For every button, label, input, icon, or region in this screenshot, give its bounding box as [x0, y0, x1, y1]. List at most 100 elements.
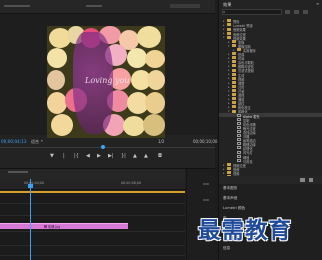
effects-panel: 效果 ≡ ⌕ ▸ 预设 ▸ Lumetri 预设 ▸ 音频效果 ▸ 音频过渡 ▾ 视频效果 ▸ 变换 ▾… — [218, 0, 322, 184]
watermark-text: 最需教育 — [198, 218, 293, 244]
overlay-text: Loving you — [85, 76, 130, 85]
panel-tab-item[interactable]: 基本图形 — [223, 186, 237, 191]
track-height-handle[interactable] — [203, 199, 209, 201]
monitor-header-tab[interactable] — [4, 5, 30, 7]
mark-in-icon[interactable]: ▼ — [50, 153, 54, 159]
chevron-down-icon[interactable]: ▾ — [41, 139, 43, 143]
track-divider — [0, 231, 185, 232]
track-divider — [0, 215, 185, 216]
effect-icon — [237, 142, 241, 146]
effect-icon — [237, 150, 241, 154]
timeline-tab[interactable] — [8, 171, 28, 173]
panel-tab-item[interactable]: 信息 — [223, 246, 230, 251]
monitor-info-bar: 00;00;04;13 适合 ▾ 1/2 00;00;10;00 — [0, 138, 218, 146]
track-height-handle[interactable] — [203, 183, 209, 185]
play-icon[interactable]: ▶ — [97, 153, 101, 159]
folder-icon — [227, 166, 231, 170]
rose-image — [47, 92, 67, 114]
folder-icon — [227, 31, 231, 35]
go-to-in-icon[interactable]: |{ — [74, 153, 79, 159]
folder-icon — [227, 23, 231, 27]
monitor-header-tab[interactable] — [170, 4, 200, 8]
video-clip[interactable]: 玫瑰.jpg — [0, 223, 128, 229]
rose-image — [143, 114, 165, 136]
folder-icon — [232, 109, 236, 113]
go-to-out-icon[interactable]: }| — [121, 153, 126, 159]
resolution-dropdown[interactable]: 1/2 — [158, 139, 164, 144]
folder-icon — [232, 97, 236, 101]
folder-icon — [232, 105, 236, 109]
extract-icon[interactable]: ▲ — [144, 153, 148, 159]
video-frame: Loving you — [47, 26, 165, 138]
rose-image — [137, 26, 161, 48]
effect-icon — [237, 134, 241, 138]
playhead-timecode[interactable]: 00;00;04;13 — [1, 139, 27, 144]
ruler-timecode: 00;00;08;00 — [121, 181, 142, 185]
step-forward-icon[interactable]: ▶| — [108, 153, 114, 159]
folder-icon — [232, 56, 236, 60]
fx-badge-icon — [44, 224, 47, 228]
folder-icon — [232, 68, 236, 72]
monitor-header — [0, 0, 215, 14]
monitor-header-tab[interactable] — [86, 5, 102, 7]
timeline-panel: 00;00;04;00 00;00;08;00 玫瑰.jpg — [0, 168, 215, 260]
rose-image — [47, 70, 65, 90]
effect-icon — [237, 138, 241, 142]
monitor-scrub-bar[interactable] — [0, 147, 215, 148]
panel-tab-item[interactable]: 基本声音 — [223, 196, 237, 201]
effect-icon — [237, 158, 241, 162]
track-divider — [0, 203, 185, 204]
folder-icon — [232, 80, 236, 84]
playhead-handle[interactable] — [28, 184, 33, 188]
rose-image — [145, 50, 165, 68]
effect-icon — [237, 125, 241, 129]
new-bin-icon[interactable] — [300, 178, 305, 182]
rose-image — [145, 92, 165, 114]
yuv-effects-icon[interactable] — [303, 10, 308, 14]
accelerated-effects-icon[interactable] — [285, 10, 290, 14]
timeline-playhead[interactable] — [30, 179, 31, 260]
delete-icon[interactable] — [309, 178, 313, 182]
32bit-effects-icon[interactable] — [294, 10, 299, 14]
effect-icon — [237, 113, 241, 117]
export-frame-icon[interactable]: ◘ — [158, 153, 162, 159]
lift-icon[interactable]: ▲ — [133, 153, 137, 159]
folder-icon — [227, 27, 231, 31]
effect-icon — [237, 130, 241, 134]
folder-icon — [232, 89, 236, 93]
rose-image — [51, 114, 73, 136]
folder-icon — [232, 84, 236, 88]
effect-icon — [237, 121, 241, 125]
timeline-header — [0, 169, 185, 179]
panel-menu-icon[interactable]: ≡ — [316, 1, 319, 6]
effects-panel-title[interactable]: 效果 — [223, 2, 231, 8]
panel-tab-item[interactable]: Lumetri 颜色 — [223, 206, 245, 211]
folder-icon — [227, 35, 231, 39]
duration-timecode: 00;00;10;00 — [193, 139, 218, 144]
folder-icon — [227, 162, 231, 166]
transport-controls: ▼ | |{ ◀ ▶ ▶| }| ▲ ▲ ◘ — [0, 150, 215, 164]
fit-dropdown[interactable]: 适合 — [31, 139, 39, 145]
step-back-icon[interactable]: ◀ — [86, 153, 90, 159]
folder-icon — [232, 52, 236, 56]
folder-icon — [232, 72, 236, 76]
folder-icon — [232, 101, 236, 105]
folder-icon — [232, 43, 236, 47]
rose-image — [127, 48, 147, 68]
effects-footer — [219, 176, 322, 184]
effect-icon — [237, 117, 241, 121]
rose-image — [47, 48, 67, 68]
track-divider — [0, 245, 185, 246]
folder-icon — [237, 48, 241, 52]
program-monitor: Loving you 00;00;04;13 适合 ▾ 1/2 00;00;10… — [0, 0, 218, 168]
folder-icon — [232, 93, 236, 97]
folder-icon — [232, 64, 236, 68]
track-divider — [0, 255, 185, 256]
folder-icon — [227, 19, 231, 23]
monitor-playhead[interactable] — [101, 145, 105, 149]
clip-label: 玫瑰.jpg — [48, 225, 61, 229]
mark-out-icon[interactable]: | — [63, 153, 65, 159]
effects-search-input[interactable] — [222, 9, 282, 15]
effect-icon — [237, 154, 241, 158]
folder-icon — [227, 171, 231, 175]
